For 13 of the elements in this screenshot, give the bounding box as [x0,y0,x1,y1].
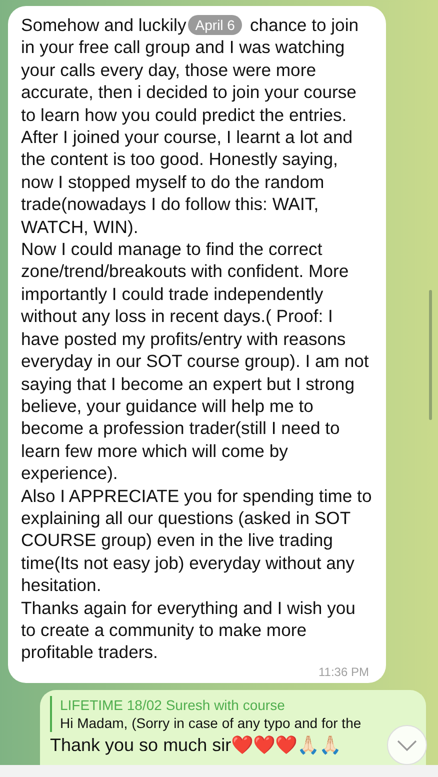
message-text: Thank you so much sir❤❤❤🙏🏻🙏🏻 [50,734,342,757]
message-text: Thanks again for everything and I wish you to create a community to make more profitable traders. [21,596,356,664]
message-text: Now I could manage to find the correct zone/trend/breakouts with confident. More importantly I could trade independently without any loss in recent days.( Proof: I have posted my profits/entry with reasons everyday in our SOT course group). I am not saying that I become an expert but I strong believe, your guidance will help me to become a profession trader(still I need to learn few more which will come by experience). [21,238,370,485]
message-text: Somehow and luckily [21,14,186,36]
message-text: After I joined your course, I learnt a lot and the content is too good. Honestly saying, now I stopped myself to do the random trade(nowadays I do follow this: WAIT, WATCH, WIN). [21,126,354,238]
message-time: 11:36 PM [318,664,369,679]
message-text: Also I APPRECIATE you for spending time to explaining all our questions (asked in SOT COURSE group) even in the live trading time(Its not easy job) everyday without any hesitation. [21,484,373,597]
reply-preview: Hi Madam, (Sorry in case of any typo and for the [60,714,362,732]
message-text: chance to join [250,14,359,36]
chevron-down-icon [397,740,417,750]
date-chip: April 6 [188,15,242,36]
reply-sender: LIFETIME 18/02 Suresh with course [60,696,286,714]
message-text: in your free call group and I was watching your calls every day, those were more accurate, then i decided to join your course to learn how you could predict the entries. [21,36,358,126]
